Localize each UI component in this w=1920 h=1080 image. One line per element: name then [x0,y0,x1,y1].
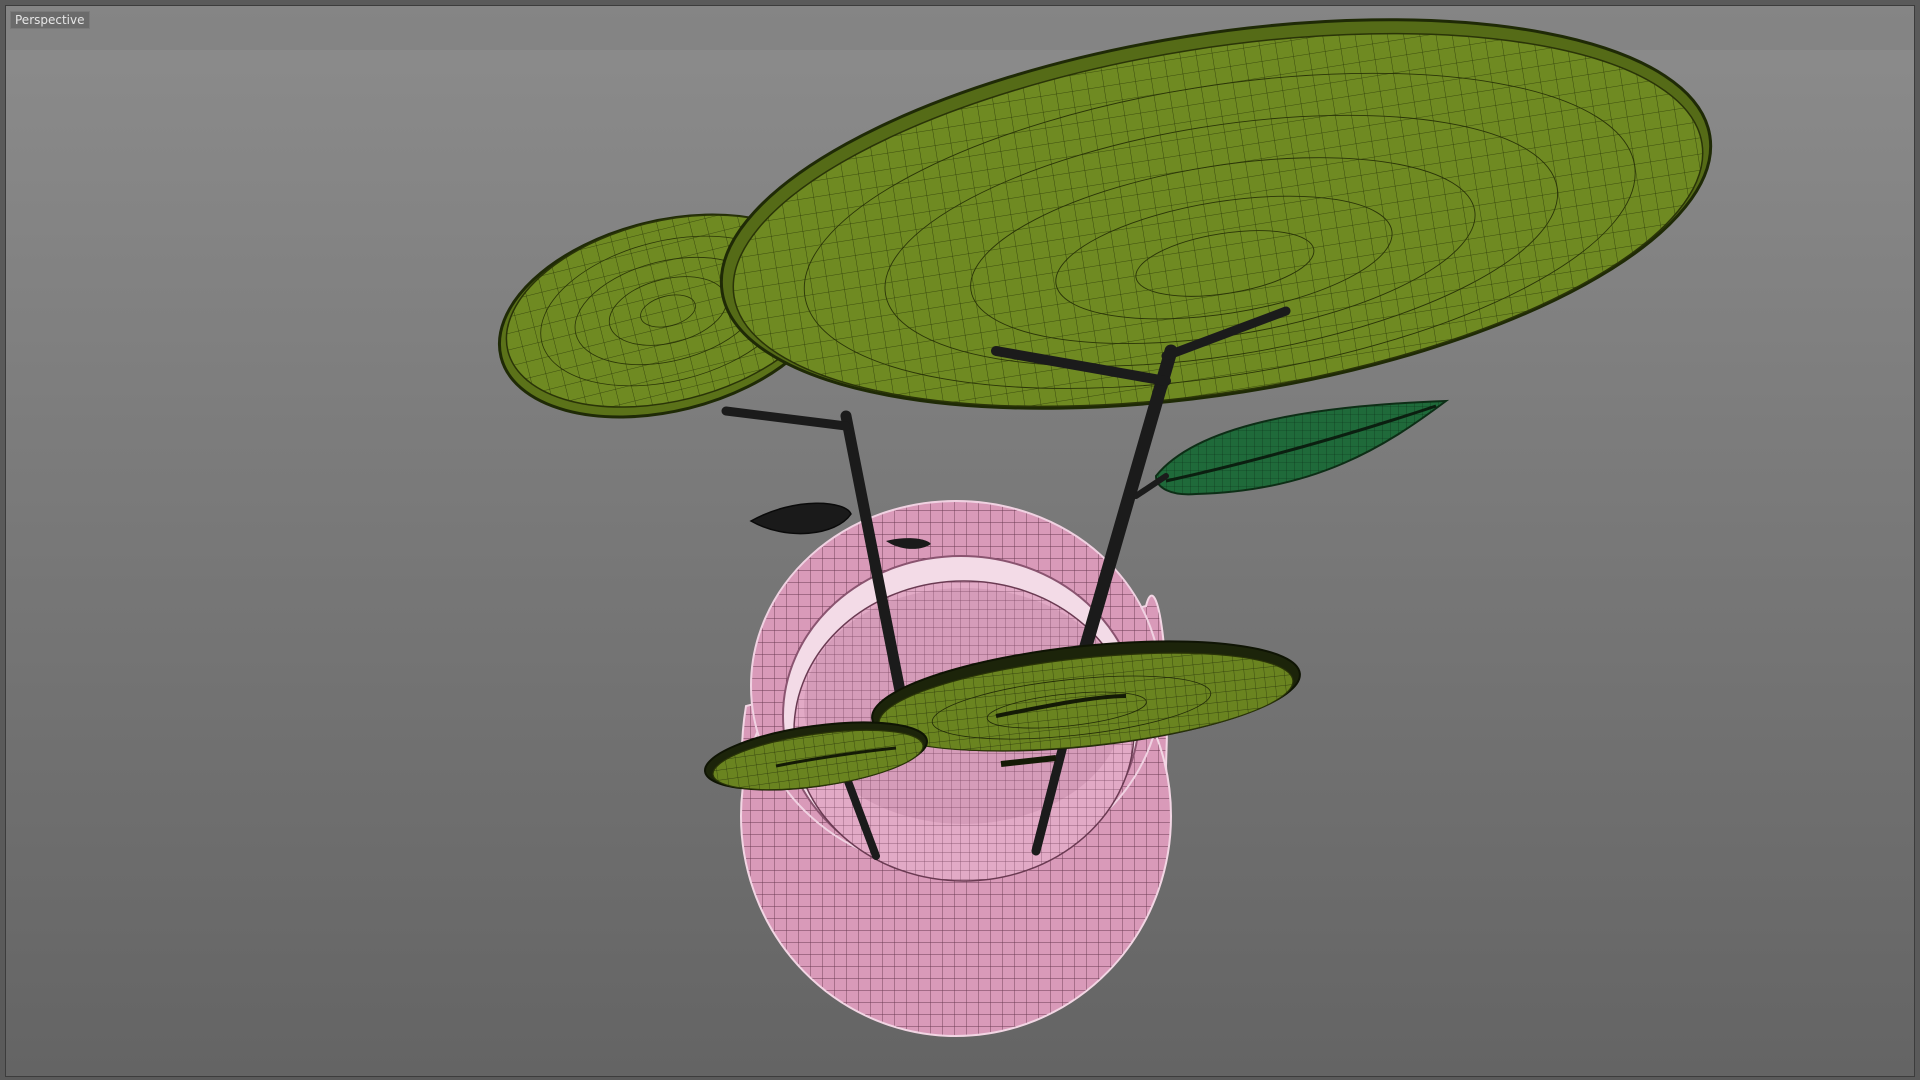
leaf-green[interactable] [1154,399,1450,496]
perspective-viewport[interactable]: Perspective [5,5,1915,1077]
large-pad-right[interactable] [694,6,1738,470]
app-window: Perspective [0,0,1920,1080]
scene-canvas[interactable] [6,6,1915,1077]
viewport-camera-label[interactable]: Perspective [10,11,90,29]
